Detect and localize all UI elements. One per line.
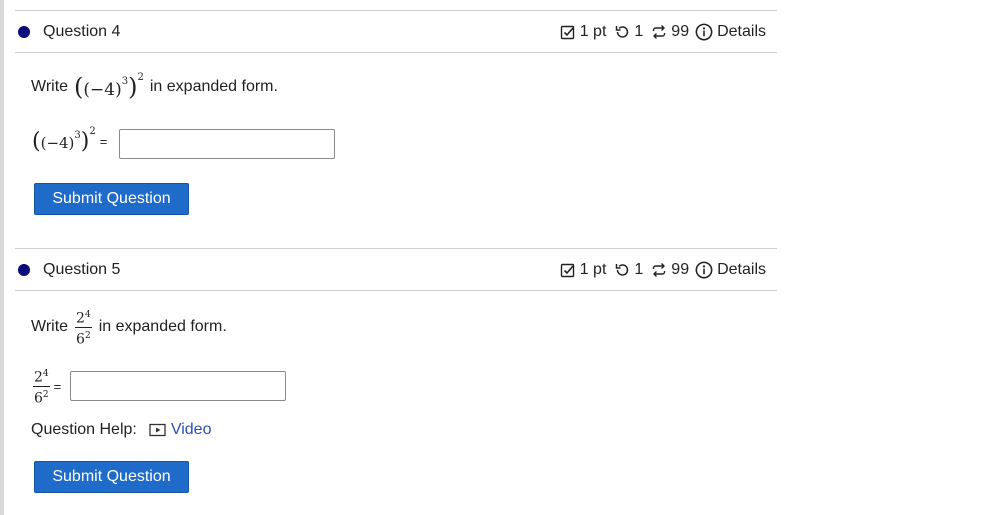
status-dot: [18, 263, 30, 276]
details-button[interactable]: Details: [695, 23, 766, 41]
tries-info: 99: [651, 261, 689, 279]
question-title: Question 4: [43, 22, 121, 40]
submit-button[interactable]: Submit Question: [34, 183, 189, 215]
left-border: [0, 0, 4, 515]
details-button[interactable]: Details: [695, 261, 766, 279]
answer-row: 24 62 =: [33, 366, 65, 406]
retry-icon: [616, 263, 629, 276]
question-help: Question Help: Video: [31, 421, 212, 439]
question-header: Question 4 1 pt 1 99 Details: [15, 10, 777, 53]
info-icon: [695, 261, 713, 278]
question-4: Question 4 1 pt 1 99 Details Write ((−4)…: [15, 10, 777, 215]
math-fraction: 24 62: [75, 307, 92, 347]
status-dot: [18, 25, 30, 38]
retry-icon: [616, 25, 629, 38]
answer-input[interactable]: [119, 129, 335, 159]
points-info: 1 pt: [560, 261, 606, 279]
answer-row: ((−4)3)2 =: [32, 126, 108, 154]
attempts-info: 1: [614, 23, 643, 41]
question-prompt: Write 24 62 in expanded form.: [31, 307, 227, 347]
submit-button[interactable]: Submit Question: [34, 461, 189, 493]
question-prompt: Write ((−4)3)2 in expanded form.: [31, 72, 278, 101]
question-5: Question 5 1 pt 1 99 Details Write 24 62…: [15, 248, 777, 493]
checkbox-icon: [560, 25, 574, 39]
math-expression: ((−4)3)2: [32, 126, 96, 154]
info-icon: [695, 23, 713, 40]
tries-info: 99: [651, 23, 689, 41]
question-title: Question 5: [43, 260, 121, 278]
answer-input[interactable]: [70, 371, 286, 401]
checkbox-icon: [560, 263, 574, 277]
question-meta: 1 pt 1 99 Details: [560, 249, 766, 290]
video-link[interactable]: Video: [149, 421, 211, 439]
video-icon: [149, 423, 166, 437]
math-expression: ((−4)3)2: [74, 72, 144, 101]
points-info: 1 pt: [560, 23, 606, 41]
attempts-info: 1: [614, 261, 643, 279]
question-meta: 1 pt 1 99 Details: [560, 11, 766, 52]
repeat-icon: [653, 262, 666, 277]
repeat-icon: [653, 24, 666, 39]
math-fraction: 24 62: [33, 366, 50, 406]
question-header: Question 5 1 pt 1 99 Details: [15, 248, 777, 291]
